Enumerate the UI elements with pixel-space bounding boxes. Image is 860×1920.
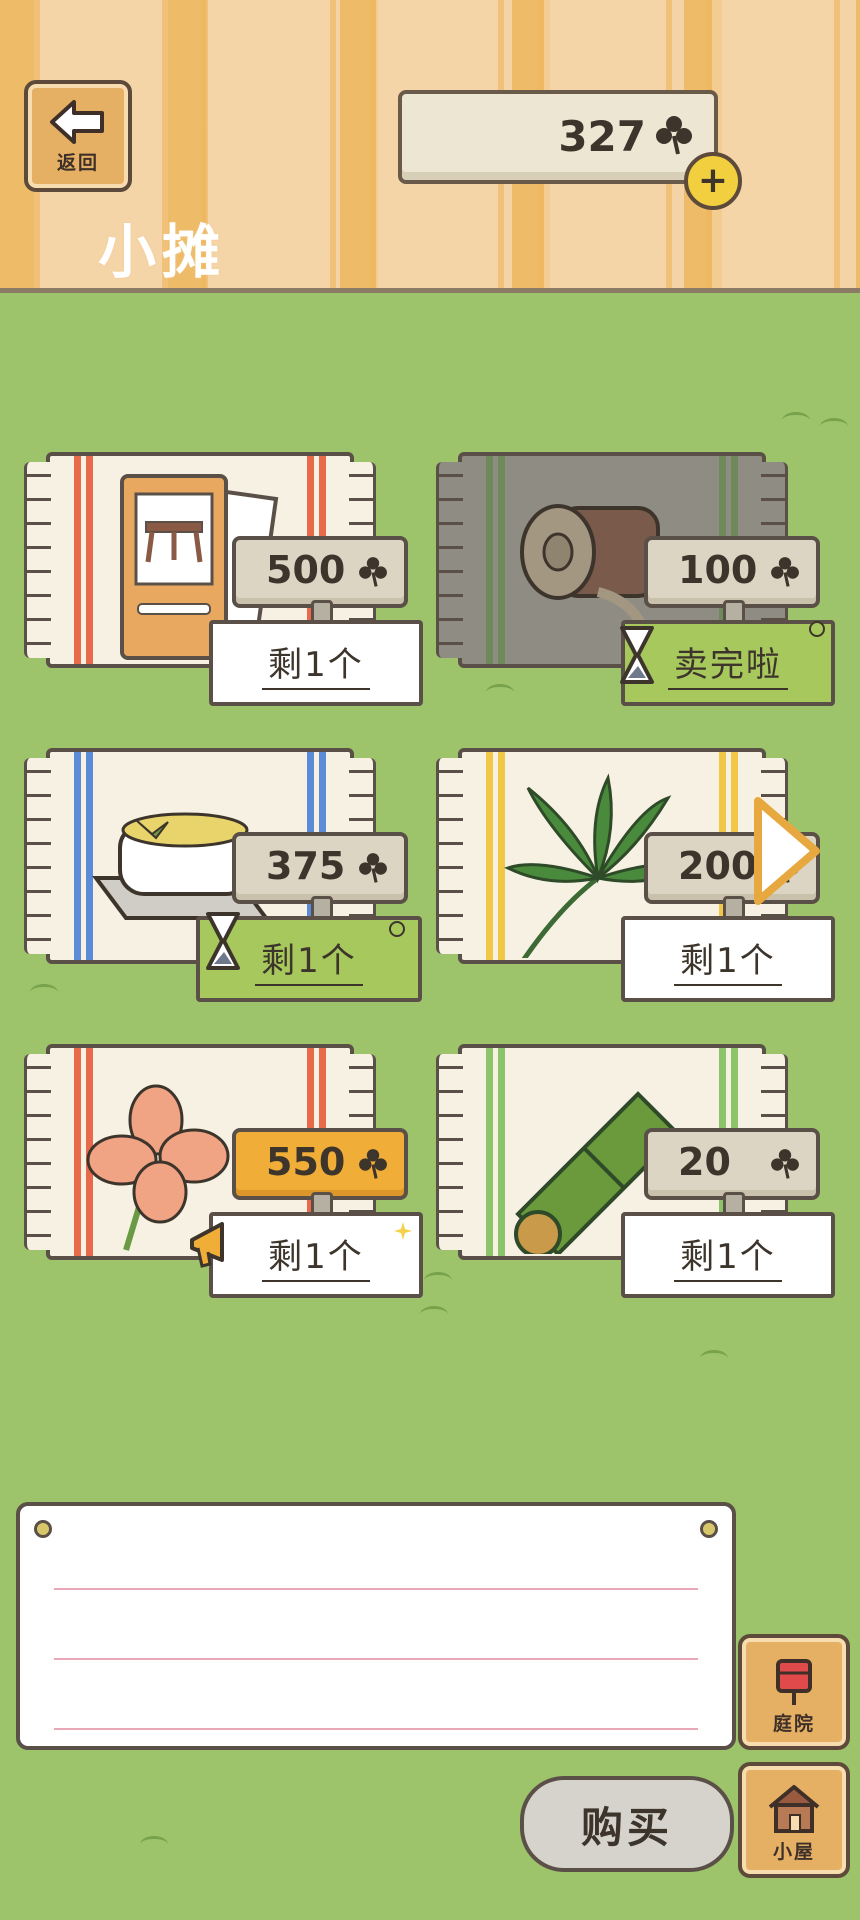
coin-balance-value: 327 [558, 112, 646, 161]
yard-label: 庭院 [772, 1713, 815, 1735]
price-tag: 500 [232, 536, 408, 608]
clock-icon [809, 621, 825, 637]
house-icon [768, 1785, 820, 1833]
price-tag: 375 [232, 832, 408, 904]
price-tag: 20 [644, 1128, 820, 1200]
sold-out-label-text: 卖完啦 [668, 637, 788, 690]
clover-icon [656, 116, 692, 155]
shop-item-6[interactable]: 20 剩1个 [436, 1044, 858, 1304]
page-title: 小摊 [98, 218, 227, 286]
hourglass-icon [206, 912, 240, 970]
clover-icon [771, 1149, 799, 1179]
clover-icon [359, 853, 387, 883]
price-value: 550 [266, 1140, 346, 1184]
price-value: 375 [266, 844, 346, 888]
clock-icon [389, 921, 405, 937]
pin-icon [700, 1520, 718, 1538]
coin-balance-panel: 327 [398, 90, 718, 184]
shop-item-3[interactable]: 375 剩1个 [24, 748, 446, 1008]
back-arrow-icon [50, 99, 104, 144]
stock-label-text: 剩1个 [255, 933, 363, 986]
shop-item-5[interactable]: 550 剩1个 [24, 1044, 446, 1304]
clover-icon [771, 557, 799, 587]
grass-tuft [140, 1836, 168, 1853]
stock-label-text: 剩1个 [674, 933, 782, 986]
price-value: 500 [266, 548, 346, 592]
mailbox-icon [776, 1659, 812, 1705]
clover-icon [359, 557, 387, 587]
back-label: 返回 [56, 151, 99, 174]
shop-item-2[interactable]: 100 卖完啦 [436, 452, 858, 712]
house-label: 小屋 [772, 1841, 815, 1863]
buy-button[interactable]: 购买 [520, 1776, 734, 1872]
stock-label: 剩1个 [209, 620, 423, 706]
price-tag-gold: 550 [232, 1128, 408, 1200]
stock-label: 剩1个 [209, 1212, 423, 1298]
hourglass-icon [620, 626, 654, 684]
house-button[interactable]: 小屋 [738, 1762, 850, 1878]
megaphone-icon [190, 1222, 224, 1268]
stock-label: 剩1个 [621, 1212, 835, 1298]
price-tag: 100 [644, 536, 820, 608]
clover-icon [359, 1149, 387, 1179]
stock-label-text: 剩1个 [674, 1229, 782, 1282]
grass-tuft [782, 412, 810, 429]
grass-tuft [420, 1306, 448, 1323]
back-button[interactable]: 返回 [24, 80, 132, 192]
sparkle-icon [394, 1222, 412, 1240]
grass-tuft [820, 418, 848, 435]
shop-item-1[interactable]: 500 剩1个 [24, 452, 446, 712]
grass-tuft [700, 1350, 728, 1367]
stock-label: 剩1个 [621, 916, 835, 1002]
yard-button[interactable]: 庭院 [738, 1634, 850, 1750]
stock-label-text: 剩1个 [262, 1229, 370, 1282]
stock-label-text: 剩1个 [262, 637, 370, 690]
next-page-arrow-icon[interactable] [752, 795, 822, 907]
price-value: 200 [678, 844, 758, 888]
pin-icon [34, 1520, 52, 1538]
price-value: 20 [678, 1140, 731, 1184]
add-coins-button[interactable]: + [684, 152, 742, 210]
message-board [16, 1502, 736, 1750]
price-value: 100 [678, 548, 758, 592]
